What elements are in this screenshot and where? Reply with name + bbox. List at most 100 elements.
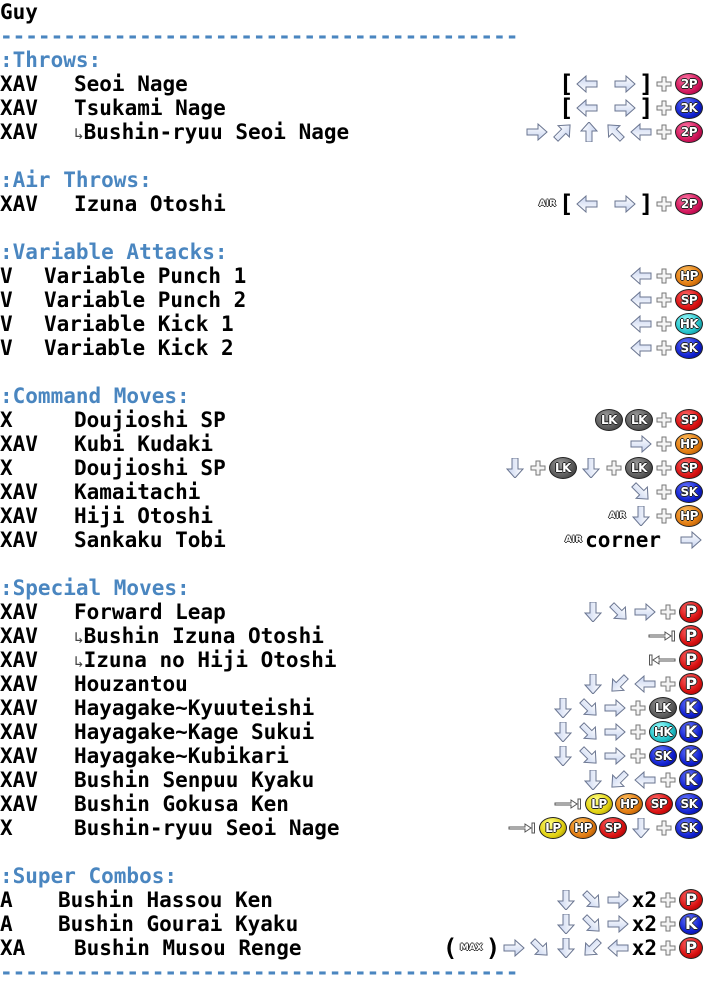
plus-icon	[629, 747, 647, 765]
button-lk-icon: LK	[549, 457, 577, 479]
move-name-text: Bushin Gourai Kyaku	[58, 912, 299, 936]
move-name: Doujioshi SP	[74, 456, 226, 480]
move-input: LK LK SP	[595, 408, 703, 432]
down-arrow-icon	[581, 674, 605, 694]
move-name: ↳Bushin-ryuu Seoi Nage	[74, 120, 349, 146]
plus-icon	[659, 915, 677, 933]
button-p-icon: P	[679, 601, 703, 623]
move-input: 2P	[525, 120, 703, 144]
plus-icon	[655, 195, 673, 213]
move-input: HK	[629, 312, 703, 336]
move-name: Hayagake~Kubikari	[74, 744, 289, 768]
back-arrow-icon	[629, 338, 653, 358]
move-name: Kubi Kudaki	[74, 432, 213, 456]
button-lp-icon: LP	[539, 817, 567, 839]
button-hp-icon: HP	[569, 817, 597, 839]
move-input: AIR HP	[608, 504, 703, 528]
button-sp-icon: SP	[675, 289, 703, 311]
section-header-super: :Super Combos:	[0, 864, 178, 888]
down-forward-arrow-icon	[577, 722, 601, 742]
button-hk-icon: HK	[649, 721, 677, 743]
move-input: (MAX) x2 P	[443, 936, 703, 960]
move-name: Bushin-ryuu Seoi Nage	[74, 816, 340, 840]
slide-forward-icon	[647, 626, 677, 646]
move-versions: XAV	[0, 720, 38, 744]
down-back-arrow-icon	[607, 674, 631, 694]
plus-icon	[655, 483, 673, 501]
back-arrow-icon	[633, 770, 657, 790]
down-back-arrow-icon	[607, 770, 631, 790]
back-arrow-icon	[575, 98, 599, 118]
move-name: Kamaitachi	[74, 480, 200, 504]
close-bracket: ]	[639, 190, 654, 218]
plus-icon	[655, 99, 673, 117]
move-name-text: Kubi Kudaki	[74, 432, 214, 456]
button-k-icon: K	[679, 913, 703, 935]
move-versions: X	[0, 408, 13, 432]
button-sp-icon: SP	[675, 457, 703, 479]
move-input: HP	[629, 432, 703, 456]
plus-icon	[659, 771, 677, 789]
air-label: AIR	[538, 199, 556, 209]
move-versions: XAV	[0, 480, 38, 504]
move-name: Tsukami Nage	[74, 96, 226, 120]
move-row: XAV Bushin Senpuu Kyaku K	[0, 768, 705, 792]
move-row: XAV Forward Leap P	[0, 600, 705, 624]
plus-icon	[529, 459, 547, 477]
forward-arrow-icon	[603, 746, 627, 766]
down-arrow-icon	[581, 602, 605, 622]
move-versions: XAV	[0, 528, 38, 552]
button-hp-icon: HP	[675, 433, 703, 455]
move-versions: XAV	[0, 672, 38, 696]
button-2p-icon: 2P	[675, 73, 703, 95]
move-name-text: Doujioshi SP	[74, 408, 226, 432]
move-versions: XAV	[0, 624, 38, 648]
down-forward-arrow-icon	[580, 890, 604, 910]
forward-arrow-icon	[613, 98, 637, 118]
open-bracket: [	[559, 94, 574, 122]
move-input: LK LK SP	[503, 456, 703, 480]
move-row: A Bushin Hassou Ken x2 P	[0, 888, 705, 912]
move-versions: XAV	[0, 648, 38, 672]
move-name-text: Tsukami Nage	[74, 96, 226, 120]
plus-icon	[655, 339, 673, 357]
move-name-text: Variable Punch 1	[44, 264, 247, 288]
button-p-icon: P	[679, 673, 703, 695]
repeat-label: x2	[631, 936, 657, 960]
move-name-text: Hayagake~Kage Sukui	[74, 720, 315, 744]
button-sk-icon: SK	[649, 745, 677, 767]
plus-icon	[655, 507, 673, 525]
button-sk-icon: SK	[675, 817, 703, 839]
move-name-text: Hayagake~Kyuuteishi	[74, 696, 315, 720]
forward-arrow-icon	[613, 194, 637, 214]
move-input: P	[581, 672, 703, 696]
down-forward-arrow-icon	[629, 482, 653, 502]
button-sk-icon: SK	[675, 793, 703, 815]
down-arrow-icon	[581, 770, 605, 790]
move-row: XAV Hayagake~Kyuuteishi LK K	[0, 696, 705, 720]
move-name: Bushin Gokusa Ken	[74, 792, 289, 816]
move-input: [] 2K	[559, 96, 703, 120]
button-k-icon: K	[679, 769, 703, 791]
plus-icon	[655, 819, 673, 837]
move-name: Variable Punch 2	[44, 288, 246, 312]
plus-icon	[655, 459, 673, 477]
button-2p-icon: 2P	[675, 121, 703, 143]
move-name: Forward Leap	[74, 600, 226, 624]
repeat-label: x2	[631, 912, 657, 936]
button-k-icon: K	[679, 697, 703, 719]
move-name-text: Variable Punch 2	[44, 288, 247, 312]
move-name-text: Bushin Senpuu Kyaku	[74, 768, 315, 792]
move-row: XAV Bushin Gokusa Ken LP HP SP SK	[0, 792, 705, 816]
move-input: SP	[629, 288, 703, 312]
move-versions: XAV	[0, 120, 38, 144]
move-row: V Variable Kick 1 HK	[0, 312, 705, 336]
move-name: Doujioshi SP	[74, 408, 226, 432]
button-p-icon: P	[679, 625, 703, 647]
forward-arrow-icon	[606, 890, 630, 910]
move-versions: XAV	[0, 768, 38, 792]
move-name-text: Bushin Gokusa Ken	[74, 792, 289, 816]
down-arrow-icon	[551, 746, 575, 766]
button-lk-icon: LK	[595, 409, 623, 431]
down-forward-arrow-icon	[607, 602, 631, 622]
